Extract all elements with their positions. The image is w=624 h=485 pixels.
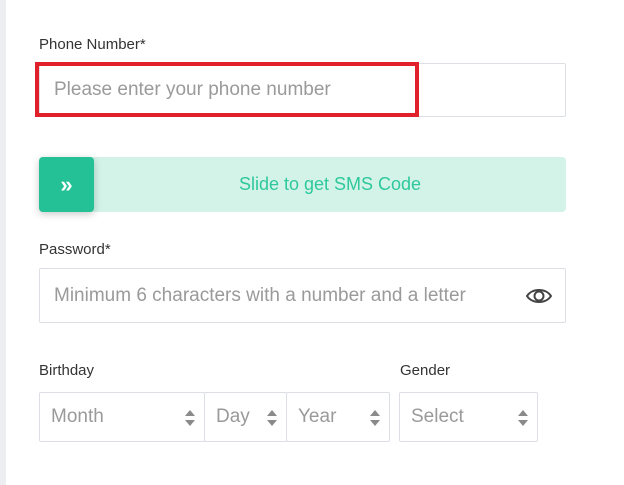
gender-label: Gender xyxy=(400,362,451,379)
day-value: Day xyxy=(216,406,250,427)
left-edge-rule xyxy=(0,0,6,485)
sort-arrows-icon xyxy=(185,410,195,426)
gender-select[interactable]: Select xyxy=(399,392,538,442)
gender-value: Select xyxy=(411,406,464,427)
slider-label: Slide to get SMS Code xyxy=(238,174,422,194)
password-input[interactable] xyxy=(40,269,565,322)
sort-arrows-icon xyxy=(518,410,528,426)
year-select[interactable]: Year xyxy=(286,392,390,442)
password-label: Password* xyxy=(39,241,111,258)
sort-arrows-icon xyxy=(370,410,380,426)
month-select[interactable]: Month xyxy=(39,392,205,442)
password-field xyxy=(39,268,566,323)
year-value: Year xyxy=(298,406,337,427)
eye-icon[interactable] xyxy=(525,284,553,308)
sort-arrows-icon xyxy=(267,410,277,426)
sms-slider[interactable]: » Slide to get SMS Code xyxy=(39,157,566,212)
slider-handle[interactable]: » xyxy=(39,157,94,212)
double-chevron-right-icon: » xyxy=(60,171,73,197)
birthday-label: Birthday xyxy=(39,362,95,379)
month-value: Month xyxy=(51,406,104,427)
phone-input-highlight xyxy=(35,62,419,117)
day-select[interactable]: Day xyxy=(204,392,287,442)
phone-label: Phone Number* xyxy=(39,36,146,53)
